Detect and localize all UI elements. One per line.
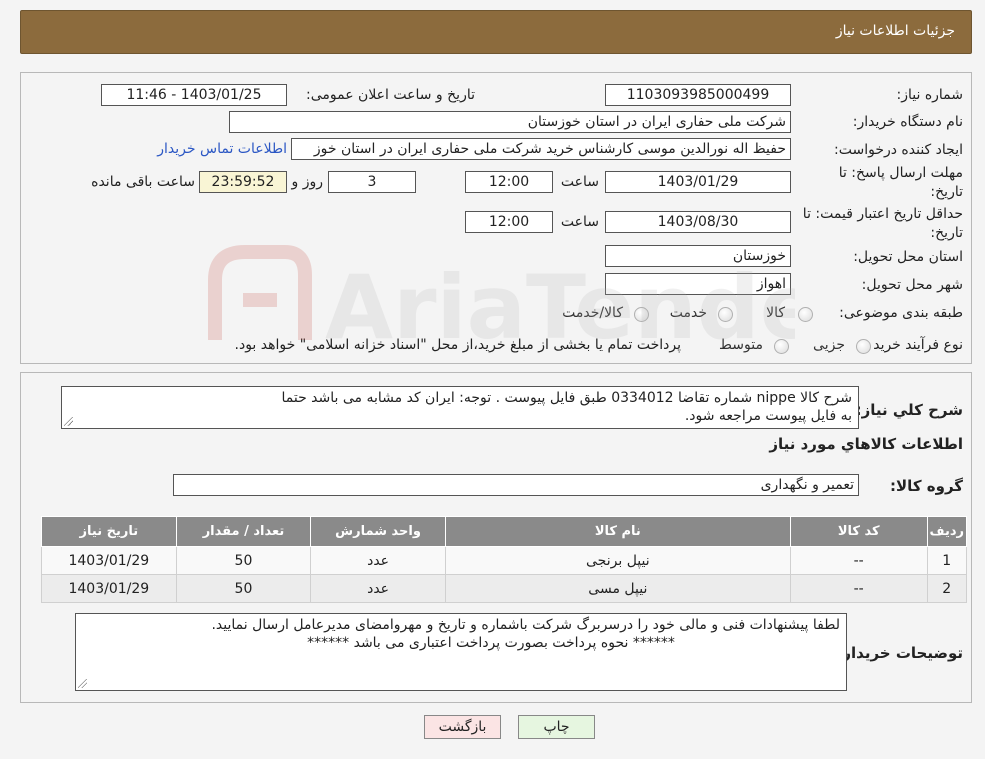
page-header: جزئیات اطلاعات نیاز [20, 10, 972, 54]
cell-qty: 50 [175, 574, 312, 603]
buyer-notes-label: توضیحات خریدار: [836, 644, 963, 662]
process-minor-label: جزیی [813, 337, 845, 353]
cell-row: 2 [926, 574, 968, 603]
validity-label-2: تاریخ: [930, 225, 963, 241]
remaining-label: ساعت باقی مانده [91, 174, 195, 190]
general-desc-line-1: شرح کالا nippe شماره تقاضا 0334012 طبق ف… [281, 390, 852, 406]
process-label: نوع فرآیند خرید : [864, 337, 963, 353]
back-button[interactable]: بازگشت [424, 715, 501, 739]
col-row: ردیف [926, 516, 968, 547]
buyer-org-field: شرکت ملی حفاری ایران در استان خوزستان [229, 111, 791, 133]
col-qty: تعداد / مقدار [175, 516, 312, 547]
cell-code: -- [789, 546, 928, 575]
table-row: 1 -- نیپل برنجی عدد 50 1403/01/29 [41, 546, 968, 575]
cell-qty: 50 [175, 546, 312, 575]
print-button[interactable]: چاپ [518, 715, 595, 739]
category-service-label: خدمت [669, 305, 707, 321]
deadline-label-2: تاریخ: [930, 184, 963, 200]
table-row: 2 -- نیپل مسی عدد 50 1403/01/29 [41, 574, 968, 603]
items-info-heading: اطلاعات كالاهاي مورد نياز [769, 435, 963, 453]
col-name: نام کالا [444, 516, 791, 547]
cell-unit: عدد [310, 546, 446, 575]
creator-field: حفیظ اله نورالدین موسی کارشناس خرید شرکت… [291, 138, 791, 160]
general-desc-label: شرح کلي نياز: [855, 401, 963, 419]
general-desc-textarea[interactable]: شرح کالا nippe شماره تقاضا 0334012 طبق ف… [61, 386, 859, 429]
days-field: 3 [328, 171, 416, 193]
cell-row: 1 [926, 546, 968, 575]
deadline-time-label: ساعت [560, 174, 599, 190]
category-goods-label: کالا [766, 305, 785, 321]
day-and-label: روز و [291, 174, 324, 190]
items-table-header: ردیف کد کالا نام کالا واحد شمارش تعداد /… [41, 516, 968, 547]
category-label: طبقه بندی موضوعی: [839, 305, 963, 321]
general-desc-line-2: به فایل پیوست مراجعه شود. [684, 408, 852, 424]
col-code: کد کالا [789, 516, 928, 547]
remaining-time-field: 23:59:52 [199, 171, 287, 193]
items-panel: شرح کلي نياز: شرح کالا nippe شماره تقاضا… [20, 372, 972, 703]
cell-date: 1403/01/29 [41, 546, 177, 575]
category-service-radio[interactable] [718, 307, 733, 322]
deadline-date-field: 1403/01/29 [605, 171, 791, 193]
buyer-notes-line-2: ****** نحوه پرداخت بصورت پرداخت اعتباری … [307, 635, 675, 651]
cell-name: نیپل مسی [444, 574, 791, 603]
validity-time-label: ساعت [560, 214, 599, 230]
col-unit: واحد شمارش [310, 516, 446, 547]
public-date-label: تاریخ و ساعت اعلان عمومی: [306, 87, 475, 103]
buyer-org-label: نام دستگاه خریدار: [852, 114, 963, 130]
cell-date: 1403/01/29 [41, 574, 177, 603]
cell-code: -- [789, 574, 928, 603]
validity-date-field: 1403/08/30 [605, 211, 791, 233]
category-goods-service-radio[interactable] [634, 307, 649, 322]
need-number-field: 1103093985000499 [605, 84, 791, 106]
city-field: اهواز [605, 273, 791, 295]
category-goods-radio[interactable] [798, 307, 813, 322]
resize-grip-icon[interactable] [78, 679, 87, 688]
process-minor-radio[interactable] [856, 339, 871, 354]
validity-time-field: 12:00 [465, 211, 553, 233]
cell-unit: عدد [310, 574, 446, 603]
creator-label: ایجاد کننده درخواست: [834, 142, 963, 158]
process-medium-radio[interactable] [774, 339, 789, 354]
need-info-panel: شماره نیاز: 1103093985000499 تاریخ و ساع… [20, 72, 972, 364]
cell-name: نیپل برنجی [444, 546, 791, 575]
goods-group-label: گروه کالا: [890, 477, 963, 495]
page-title: جزئیات اطلاعات نیاز [835, 23, 955, 39]
buyer-contact-link[interactable]: اطلاعات تماس خریدار [157, 141, 287, 157]
buyer-notes-line-1: لطفا پیشنهادات فنی و مالی خود را درسربرگ… [211, 617, 840, 633]
city-label: شهر محل تحویل: [861, 277, 963, 293]
resize-grip-icon[interactable] [64, 417, 73, 426]
goods-group-field: تعمیر و نگهداری [173, 474, 859, 496]
deadline-label-1: مهلت ارسال پاسخ: تا [838, 165, 963, 181]
deadline-time-field: 12:00 [465, 171, 553, 193]
province-label: استان محل تحویل: [853, 249, 963, 265]
category-goods-service-label: کالا/خدمت [562, 305, 623, 321]
process-medium-label: متوسط [719, 337, 763, 353]
need-number-label: شماره نیاز: [896, 87, 964, 103]
public-date-field: 1403/01/25 - 11:46 [101, 84, 287, 106]
validity-label-1: حداقل تاریخ اعتبار قیمت: تا [802, 206, 963, 222]
col-date: تاریخ نیاز [41, 516, 177, 547]
province-field: خوزستان [605, 245, 791, 267]
buyer-notes-textarea[interactable]: لطفا پیشنهادات فنی و مالی خود را درسربرگ… [75, 613, 847, 691]
items-table: ردیف کد کالا نام کالا واحد شمارش تعداد /… [41, 516, 968, 603]
process-note: پرداخت تمام یا بخشی از مبلغ خرید،از محل … [234, 337, 681, 353]
